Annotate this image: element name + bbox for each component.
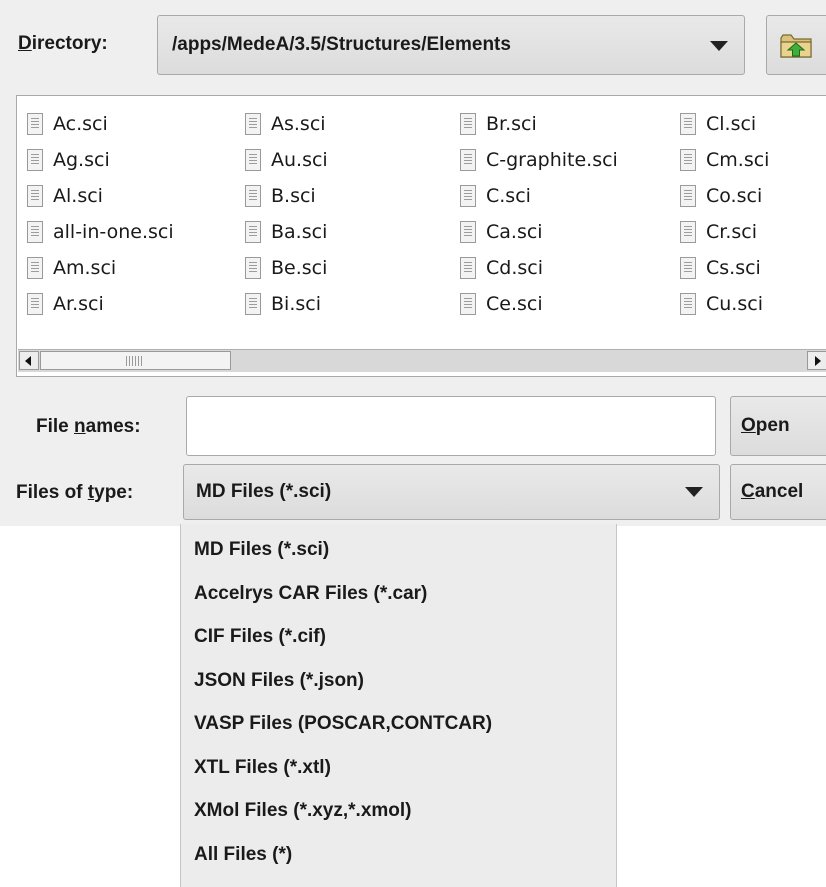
file-icon [680,113,696,135]
file-icon [245,149,261,171]
cancel-button[interactable]: Cancel [730,464,826,520]
files-of-type-combobox[interactable]: MD Files (*.sci) [183,464,720,520]
file-icon [245,221,261,243]
file-names-label: File names: [36,416,141,437]
horizontal-scrollbar[interactable] [18,349,826,372]
file-icon [460,293,476,315]
files-of-type-dropdown-list: MD Files (*.sci) Accelrys CAR Files (*.c… [180,524,617,887]
parent-directory-button[interactable] [766,15,826,75]
dropdown-option[interactable]: XTL Files (*.xtl) [194,756,331,780]
file-names-input[interactable] [186,396,716,456]
file-icon [245,185,261,207]
directory-combobox[interactable]: /apps/MedeA/3.5/Structures/Elements [157,15,745,75]
file-icon [245,293,261,315]
file-icon [27,149,43,171]
scroll-left-button[interactable] [19,351,39,370]
dropdown-option[interactable]: CIF Files (*.cif) [194,625,326,649]
directory-label: Directory: [18,33,108,54]
file-icon [680,185,696,207]
grip-icon [126,356,142,366]
dropdown-option[interactable]: All Files (*) [194,843,292,867]
file-icon [27,221,43,243]
file-icon [245,113,261,135]
file-icon [460,221,476,243]
dropdown-option[interactable]: JSON Files (*.json) [194,669,364,693]
file-icon [27,293,43,315]
file-icon [680,149,696,171]
directory-path: /apps/MedeA/3.5/Structures/Elements [172,34,511,55]
file-open-dialog: Directory: /apps/MedeA/3.5/Structures/El… [0,0,826,526]
open-button[interactable]: Open [730,396,826,456]
file-icon [27,113,43,135]
scroll-right-button[interactable] [807,351,826,370]
file-icon [245,257,261,279]
dropdown-option[interactable]: VASP Files (POSCAR,CONTCAR) [194,712,492,736]
file-icon [680,221,696,243]
dropdown-option[interactable]: Accelrys CAR Files (*.car) [194,582,427,606]
file-icon [27,185,43,207]
folder-up-icon [780,34,812,58]
files-of-type-label: Files of type: [16,482,134,503]
scrollbar-thumb[interactable] [40,351,231,370]
file-list[interactable]: Ac.sci Ag.sci Al.sci all-in-one.sci Am.s… [16,95,826,377]
file-icon [680,257,696,279]
file-icon [27,257,43,279]
dropdown-option[interactable]: MD Files (*.sci) [194,538,329,562]
file-icon [460,149,476,171]
file-icon [460,185,476,207]
file-icon [680,293,696,315]
file-icon [460,113,476,135]
chevron-down-icon [710,41,728,51]
files-of-type-selected: MD Files (*.sci) [196,481,332,502]
file-icon [460,257,476,279]
dropdown-option[interactable]: XMol Files (*.xyz,*.xmol) [194,799,412,823]
chevron-down-icon [685,487,703,497]
